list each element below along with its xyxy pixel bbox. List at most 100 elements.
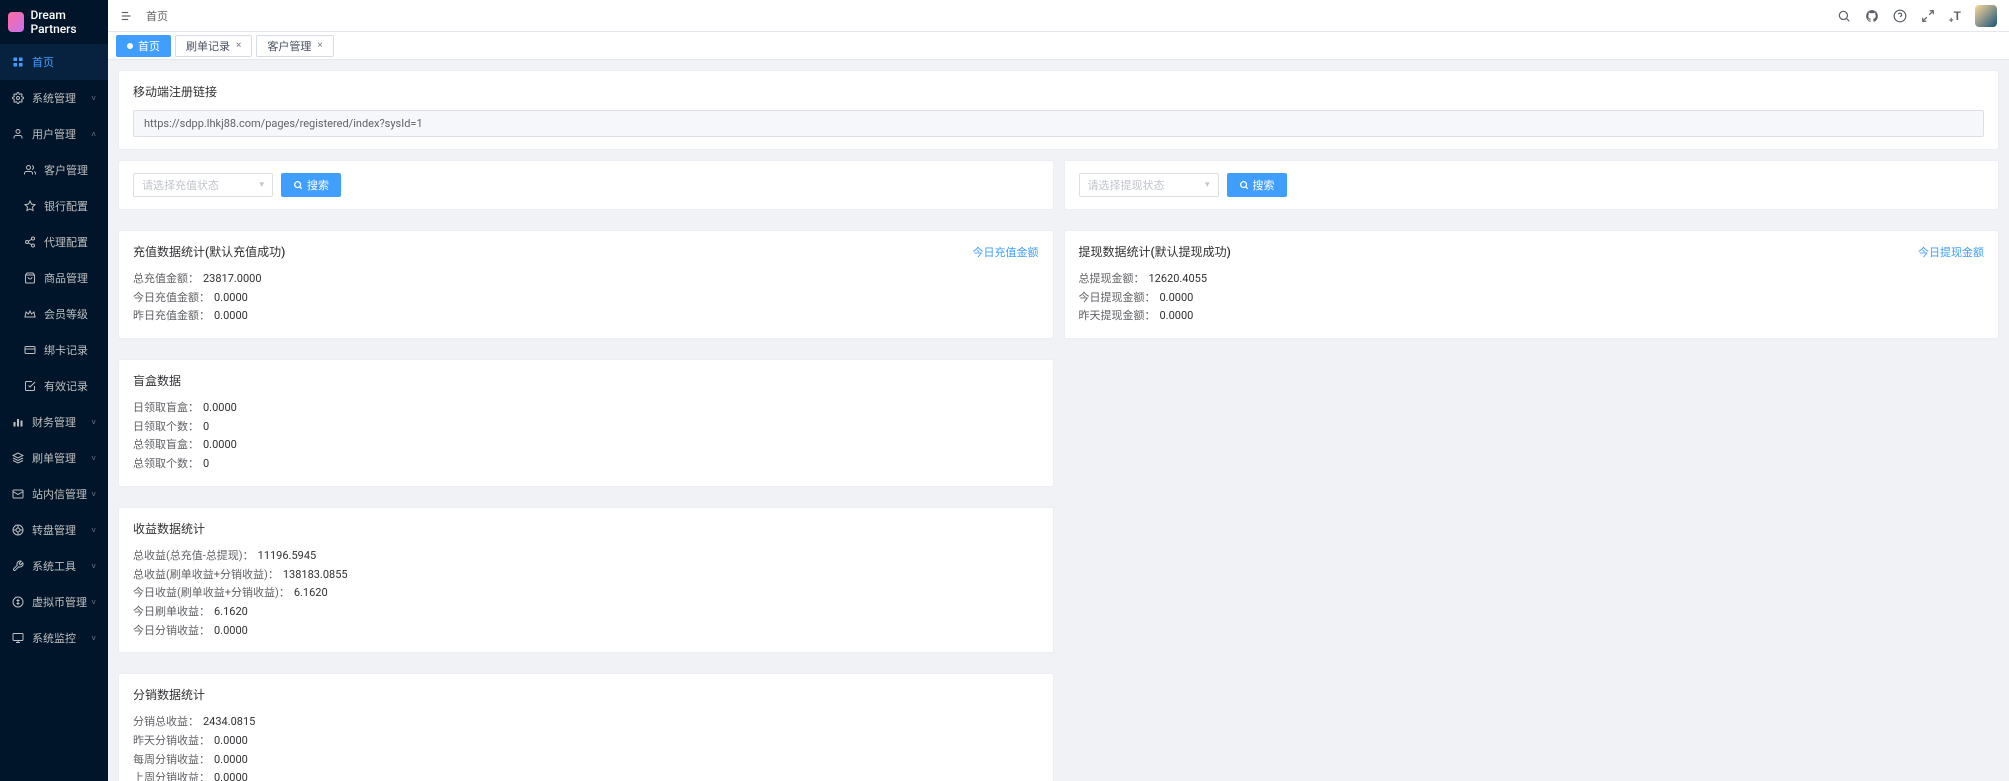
sidebar-item-2[interactable]: 用户管理˄ [0,116,108,152]
gear-icon [12,92,24,104]
sidebar-item-14[interactable]: 系统工具˅ [0,548,108,584]
github-icon[interactable] [1865,9,1879,23]
sidebar-item-label: 系统管理 [32,90,76,106]
stat-row: 总领取盲盒：0.0000 [133,436,1039,455]
sidebar-item-label: 站内信管理 [32,486,87,502]
sidebar-item-label: 绑卡记录 [44,342,88,358]
layers-icon [12,452,24,464]
chevron-icon: ˅ [91,490,96,499]
stat-row: 总收益(总充值-总提现)：11196.5945 [133,547,1039,566]
stat-row: 日领取个数：0 [133,418,1039,437]
chevron-icon: ˅ [91,418,96,427]
stat-row: 今日提现金额：0.0000 [1079,289,1985,308]
card-icon [24,344,36,356]
close-icon[interactable]: × [317,40,322,51]
stat-row: 总收益(刷单收益+分销收益)：138183.0855 [133,566,1039,585]
sidebar-item-3[interactable]: 客户管理 [0,152,108,188]
sidebar-item-8[interactable]: 绑卡记录 [0,332,108,368]
stat-row: 总充值金额：23817.0000 [133,270,1039,289]
recharge-today-link[interactable]: 今日充值金额 [973,244,1039,260]
tab-1[interactable]: 刷单记录× [175,35,252,57]
star-icon [24,200,36,212]
sidebar-item-12[interactable]: 站内信管理 ˅ [0,476,108,512]
sidebar-item-label: 商品管理 [44,270,88,286]
sidebar-item-13[interactable]: 转盘管理˅ [0,512,108,548]
sidebar-item-label: 财务管理 [32,414,76,430]
chevron-icon: ˄ [91,130,96,139]
crown-icon [24,308,36,320]
withdraw-stats-card: 提现数据统计(默认提现成功) 今日提现金额 总提现金额：12620.4055今日… [1064,230,2000,339]
sidebar-item-label: 刷单管理 [32,450,76,466]
wheel-icon [12,524,24,536]
register-link-card: 移动端注册链接 https://sdpp.lhkj88.com/pages/re… [118,70,1999,150]
recharge-status-select[interactable]: 请选择充值状态 ▾ [133,173,273,197]
help-icon[interactable] [1893,9,1907,23]
search-icon[interactable] [1837,9,1851,23]
fullscreen-icon[interactable] [1921,9,1935,23]
users-icon [24,164,36,176]
sidebar-item-4[interactable]: 银行配置 [0,188,108,224]
sidebar-item-1[interactable]: 系统管理 ˅ [0,80,108,116]
sidebar-item-label: 客户管理 [44,162,88,178]
withdraw-status-select[interactable]: 请选择提现状态 ▾ [1079,173,1219,197]
bag-icon [24,272,36,284]
sidebar: Dream Partners 首页系统管理 ˅ 用户管理˄ 客户管理银行配置代理配置商… [0,0,108,781]
sidebar-item-label: 代理配置 [44,234,88,250]
sidebar-item-15[interactable]: 虚拟币管理˅ [0,584,108,620]
stat-row: 总领取个数：0 [133,455,1039,474]
recharge-stats-title: 充值数据统计(默认充值成功) [133,243,285,260]
breadcrumb: 首页 [146,8,168,24]
sidebar-item-9[interactable]: 有效记录 [0,368,108,404]
chevron-icon: ˅ [91,634,96,643]
register-link-title: 移动端注册链接 [133,83,1984,100]
register-link-value[interactable]: https://sdpp.lhkj88.com/pages/registered… [133,110,1984,137]
user-icon [12,128,24,140]
stat-row: 昨天提现金额：0.0000 [1079,307,1985,326]
sidebar-item-0[interactable]: 首页 [0,44,108,80]
sidebar-item-16[interactable]: 系统监控˅ [0,620,108,656]
stat-row: 今日分销收益：0.0000 [133,622,1039,641]
avatar[interactable] [1975,5,1997,27]
chevron-down-icon: ▾ [1205,180,1210,190]
withdraw-search-button[interactable]: 搜索 [1227,173,1287,197]
check-icon [24,380,36,392]
stat-row: 今日刷单收益：6.1620 [133,603,1039,622]
tab-0[interactable]: 首页 [116,35,171,57]
recharge-filter-card: 请选择充值状态 ▾ 搜索 [118,160,1054,210]
sidebar-item-6[interactable]: 商品管理 [0,260,108,296]
stat-row: 每周分销收益：0.0000 [133,751,1039,770]
sidebar-item-7[interactable]: 会员等级 [0,296,108,332]
stat-row: 今日收益(刷单收益+分销收益)：6.1620 [133,584,1039,603]
chevron-icon: ˅ [91,526,96,535]
stat-row: 今日充值金额：0.0000 [133,289,1039,308]
sidebar-item-label: 虚拟币管理 [32,594,87,610]
brand-logo[interactable]: Dream Partners [0,0,108,44]
sidebar-item-label: 银行配置 [44,198,88,214]
chevron-icon: ˅ [91,454,96,463]
brand-icon [8,12,24,32]
tab-2[interactable]: 客户管理× [256,35,333,57]
sidebar-item-5[interactable]: 代理配置 [0,224,108,260]
tool-icon [12,560,24,572]
stat-row: 日领取盲盒：0.0000 [133,399,1039,418]
stat-row: 总提现金额：12620.4055 [1079,270,1985,289]
sidebar-item-10[interactable]: 财务管理 ˅ [0,404,108,440]
chevron-icon: ˅ [91,94,96,103]
withdraw-stats-title: 提现数据统计(默认提现成功) [1079,243,1231,260]
withdraw-today-link[interactable]: 今日提现金额 [1918,244,1984,260]
sidebar-item-label: 有效记录 [44,378,88,394]
sidebar-item-11[interactable]: 刷单管理 ˅ [0,440,108,476]
tabs-bar: 首页刷单记录×客户管理× [108,32,2009,60]
sidebar-item-label: 系统工具 [32,558,76,574]
fontsize-icon[interactable]: ₊T [1949,9,1961,23]
close-icon[interactable]: × [236,40,241,51]
share-icon [24,236,36,248]
blindbox-card: 盲盒数据 日领取盲盒：0.0000日领取个数：0总领取盲盒：0.0000总领取个… [118,359,1054,487]
sidebar-item-label: 首页 [32,54,54,70]
recharge-search-button[interactable]: 搜索 [281,173,341,197]
chevron-down-icon: ▾ [259,180,264,190]
dashboard-icon [12,56,24,68]
collapse-icon[interactable] [120,9,134,23]
mail-icon [12,488,24,500]
coin-icon [12,596,24,608]
